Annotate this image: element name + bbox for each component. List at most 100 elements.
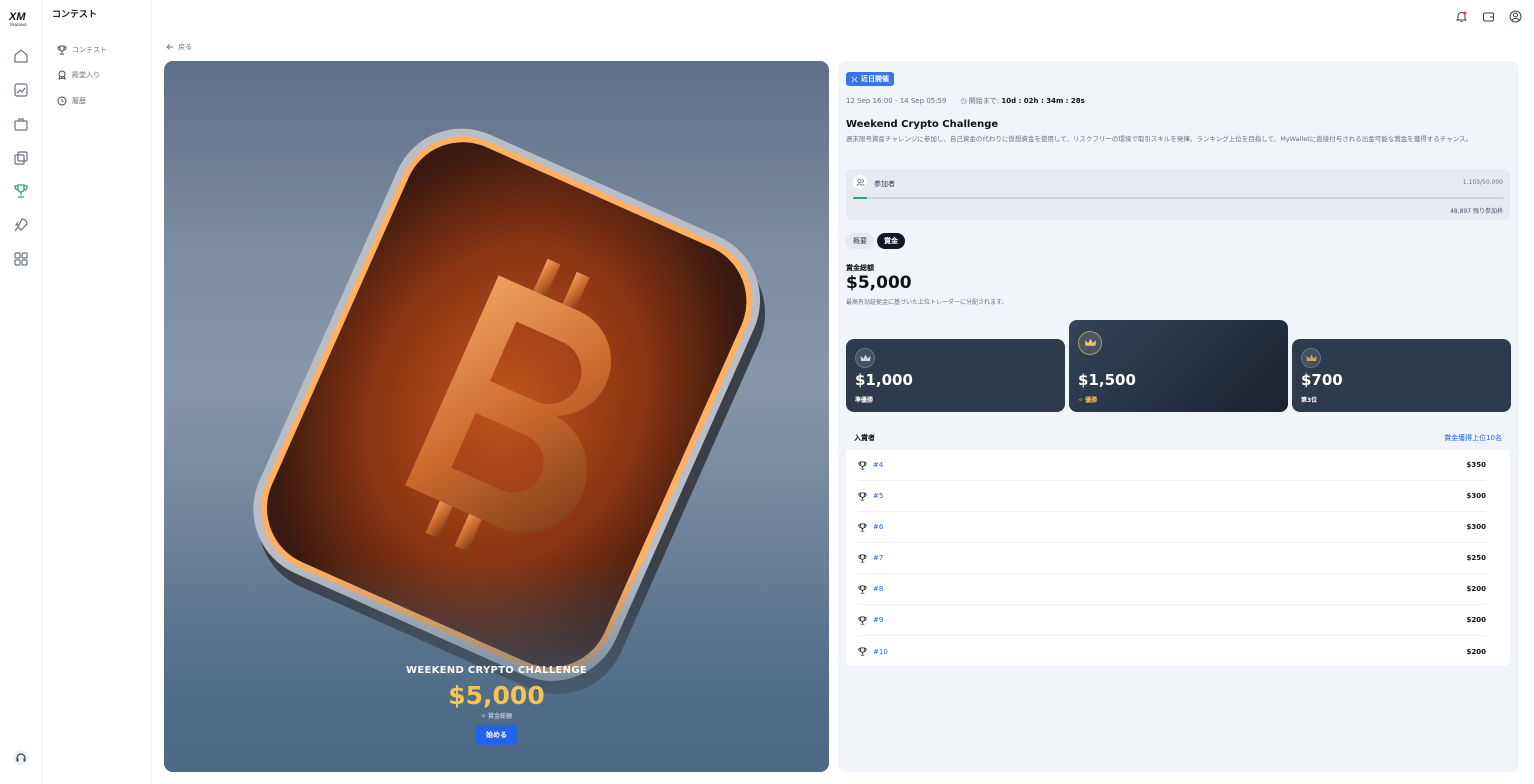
- participants-label: 参加者: [874, 180, 895, 188]
- table-row: #4 $350: [858, 450, 1486, 481]
- subnav-item-history[interactable]: 履歴: [57, 95, 86, 107]
- table-row: #8 $200: [858, 574, 1486, 605]
- subnav-item-hall-of-fame[interactable]: 殿堂入り: [57, 69, 100, 81]
- sparkle-icon: ✧: [481, 713, 487, 720]
- table-row: #5 $300: [858, 481, 1486, 512]
- trophy-icon: [858, 522, 867, 532]
- row-rank: #5: [873, 492, 884, 500]
- subnav-item-label: 履歴: [72, 97, 86, 105]
- crown-icon: [855, 348, 875, 368]
- users-icon: [853, 175, 867, 189]
- table-row: #6 $300: [858, 512, 1486, 543]
- row-rank: #10: [873, 647, 888, 656]
- contest-dates: 12 Sep 16:00 - 14 Sep 05:59: [846, 97, 947, 105]
- copy-icon[interactable]: [13, 150, 29, 166]
- row-prize: $200: [1466, 616, 1486, 624]
- prize-card-first: $1,500 ✧ 優勝: [1069, 320, 1288, 412]
- table-row: #10 $200: [858, 636, 1486, 667]
- prize-amount: $700: [1301, 371, 1343, 389]
- back-label: 戻る: [178, 43, 192, 51]
- subnav-item-label: コンテスト: [72, 46, 107, 54]
- participants-progress: [853, 197, 1504, 199]
- crown-icon: [1078, 331, 1102, 355]
- tab-prizes[interactable]: 賞金: [877, 233, 905, 249]
- winners-title: 入賞者: [854, 434, 875, 442]
- table-row: #9 $200: [858, 605, 1486, 636]
- row-prize: $300: [1466, 523, 1486, 531]
- prize-rank: 第3位: [1301, 397, 1318, 404]
- crown-icon: [1301, 348, 1321, 368]
- participants-progress-fill: [853, 197, 868, 199]
- row-prize: $300: [1466, 492, 1486, 500]
- prize-rank: 準優勝: [855, 397, 874, 404]
- medal-icon: [58, 70, 66, 80]
- contest-hero-image: WEEKEND CRYPTO CHALLENGE $5,000 ✧ 賞金総額: [164, 61, 829, 772]
- hero-prize-amount: $5,000: [448, 681, 545, 710]
- hero-contest-name: WEEKEND CRYPTO CHALLENGE: [406, 665, 587, 676]
- history-icon: [57, 96, 67, 106]
- header-actions: [1455, 10, 1522, 23]
- rocket-icon[interactable]: [13, 217, 29, 233]
- wallet-icon[interactable]: [1482, 10, 1495, 23]
- trophy-icon: [858, 584, 867, 594]
- table-row: #7 $250: [858, 543, 1486, 574]
- start-button[interactable]: 始める: [476, 725, 517, 745]
- countdown-value: 10d : 02h : 34m : 28s: [1001, 97, 1085, 105]
- trophy-icon[interactable]: [13, 183, 29, 199]
- trophy-icon: [858, 615, 867, 625]
- row-prize: $200: [1466, 585, 1486, 593]
- participants-card: 参加者 1,103/50,000 48,897 残り参加枠: [846, 169, 1510, 220]
- hero-prize-label: ✧ 賞金総額: [481, 713, 512, 720]
- bell-icon[interactable]: [1455, 10, 1468, 23]
- row-rank: #7: [873, 554, 884, 562]
- prize-pool-note: 最高有効証拠金に基づいた上位トレーダーに分配されます。: [846, 299, 1008, 306]
- top-10-link[interactable]: 賞金獲得上位10名: [1444, 433, 1502, 443]
- subnav-item-contests[interactable]: コンテスト: [57, 44, 107, 56]
- apps-icon[interactable]: [13, 251, 29, 267]
- prize-card-second: $1,000 準優勝: [846, 339, 1065, 412]
- chart-icon[interactable]: [13, 82, 29, 98]
- clock-icon: ◷: [960, 97, 967, 105]
- row-rank: #9: [873, 616, 884, 624]
- contest-details-panel: 近日開催 12 Sep 16:00 - 14 Sep 05:59 ◷ 開始まで:…: [838, 61, 1519, 772]
- svg-text:TRADING: TRADING: [9, 22, 27, 27]
- contest-subnav: コンテスト コンテスト 殿堂入り 履歴: [44, 0, 152, 784]
- winners-header: 入賞者 賞金獲得上位10名: [846, 426, 1510, 450]
- countdown-label: 開始まで:: [968, 97, 1000, 105]
- row-prize: $350: [1466, 461, 1486, 469]
- user-icon[interactable]: [1509, 10, 1522, 23]
- winners-list: #4 $350 #5 $300 #6 $300 #7 $250 #8 $200 #9 $200 #10 $…: [846, 450, 1510, 666]
- arrow-left-icon: [166, 44, 173, 50]
- prize-pool-amount: $5,000: [846, 273, 912, 293]
- tab-overview[interactable]: 概要: [846, 233, 874, 249]
- row-rank: #6: [873, 523, 884, 531]
- participants-count: 1,103/50,000: [1462, 179, 1503, 186]
- prize-pool-label: 賞金総額: [846, 264, 874, 272]
- back-link[interactable]: 戻る: [166, 42, 192, 52]
- upcoming-icon: [851, 76, 858, 82]
- prize-amount: $1,000: [855, 371, 913, 389]
- subnav-item-label: 殿堂入り: [72, 71, 100, 79]
- sparkle-icon: ✧: [1078, 397, 1084, 404]
- contest-description: 週末限号資産チャレンジに参加し、自己資金の代わりに仮想資金を使用して、リスクフリ…: [846, 135, 1473, 143]
- subnav-title: コンテスト: [52, 10, 98, 20]
- prize-card-third: $700 第3位: [1292, 339, 1511, 412]
- contest-title: Weekend Crypto Challenge: [846, 119, 999, 130]
- trophy-icon: [858, 491, 867, 501]
- prize-rank: ✧ 優勝: [1078, 397, 1098, 404]
- remaining-slots: 48,897 残り参加枠: [1450, 208, 1503, 215]
- row-prize: $250: [1466, 554, 1486, 562]
- status-badge: 近日開催: [846, 72, 894, 86]
- trophy-icon: [858, 647, 867, 656]
- trophy-icon: [858, 553, 867, 563]
- home-icon[interactable]: [13, 48, 29, 64]
- trophy-icon: [57, 45, 67, 55]
- row-rank: #4: [873, 461, 884, 469]
- icon-rail: XM TRADING: [0, 0, 43, 784]
- support-icon[interactable]: [12, 749, 30, 767]
- row-rank: #8: [873, 585, 884, 593]
- briefcase-icon[interactable]: [13, 116, 29, 132]
- prize-amount: $1,500: [1078, 371, 1136, 389]
- xm-logo[interactable]: XM TRADING: [8, 9, 35, 27]
- detail-tabs: 概要 賞金: [846, 233, 905, 249]
